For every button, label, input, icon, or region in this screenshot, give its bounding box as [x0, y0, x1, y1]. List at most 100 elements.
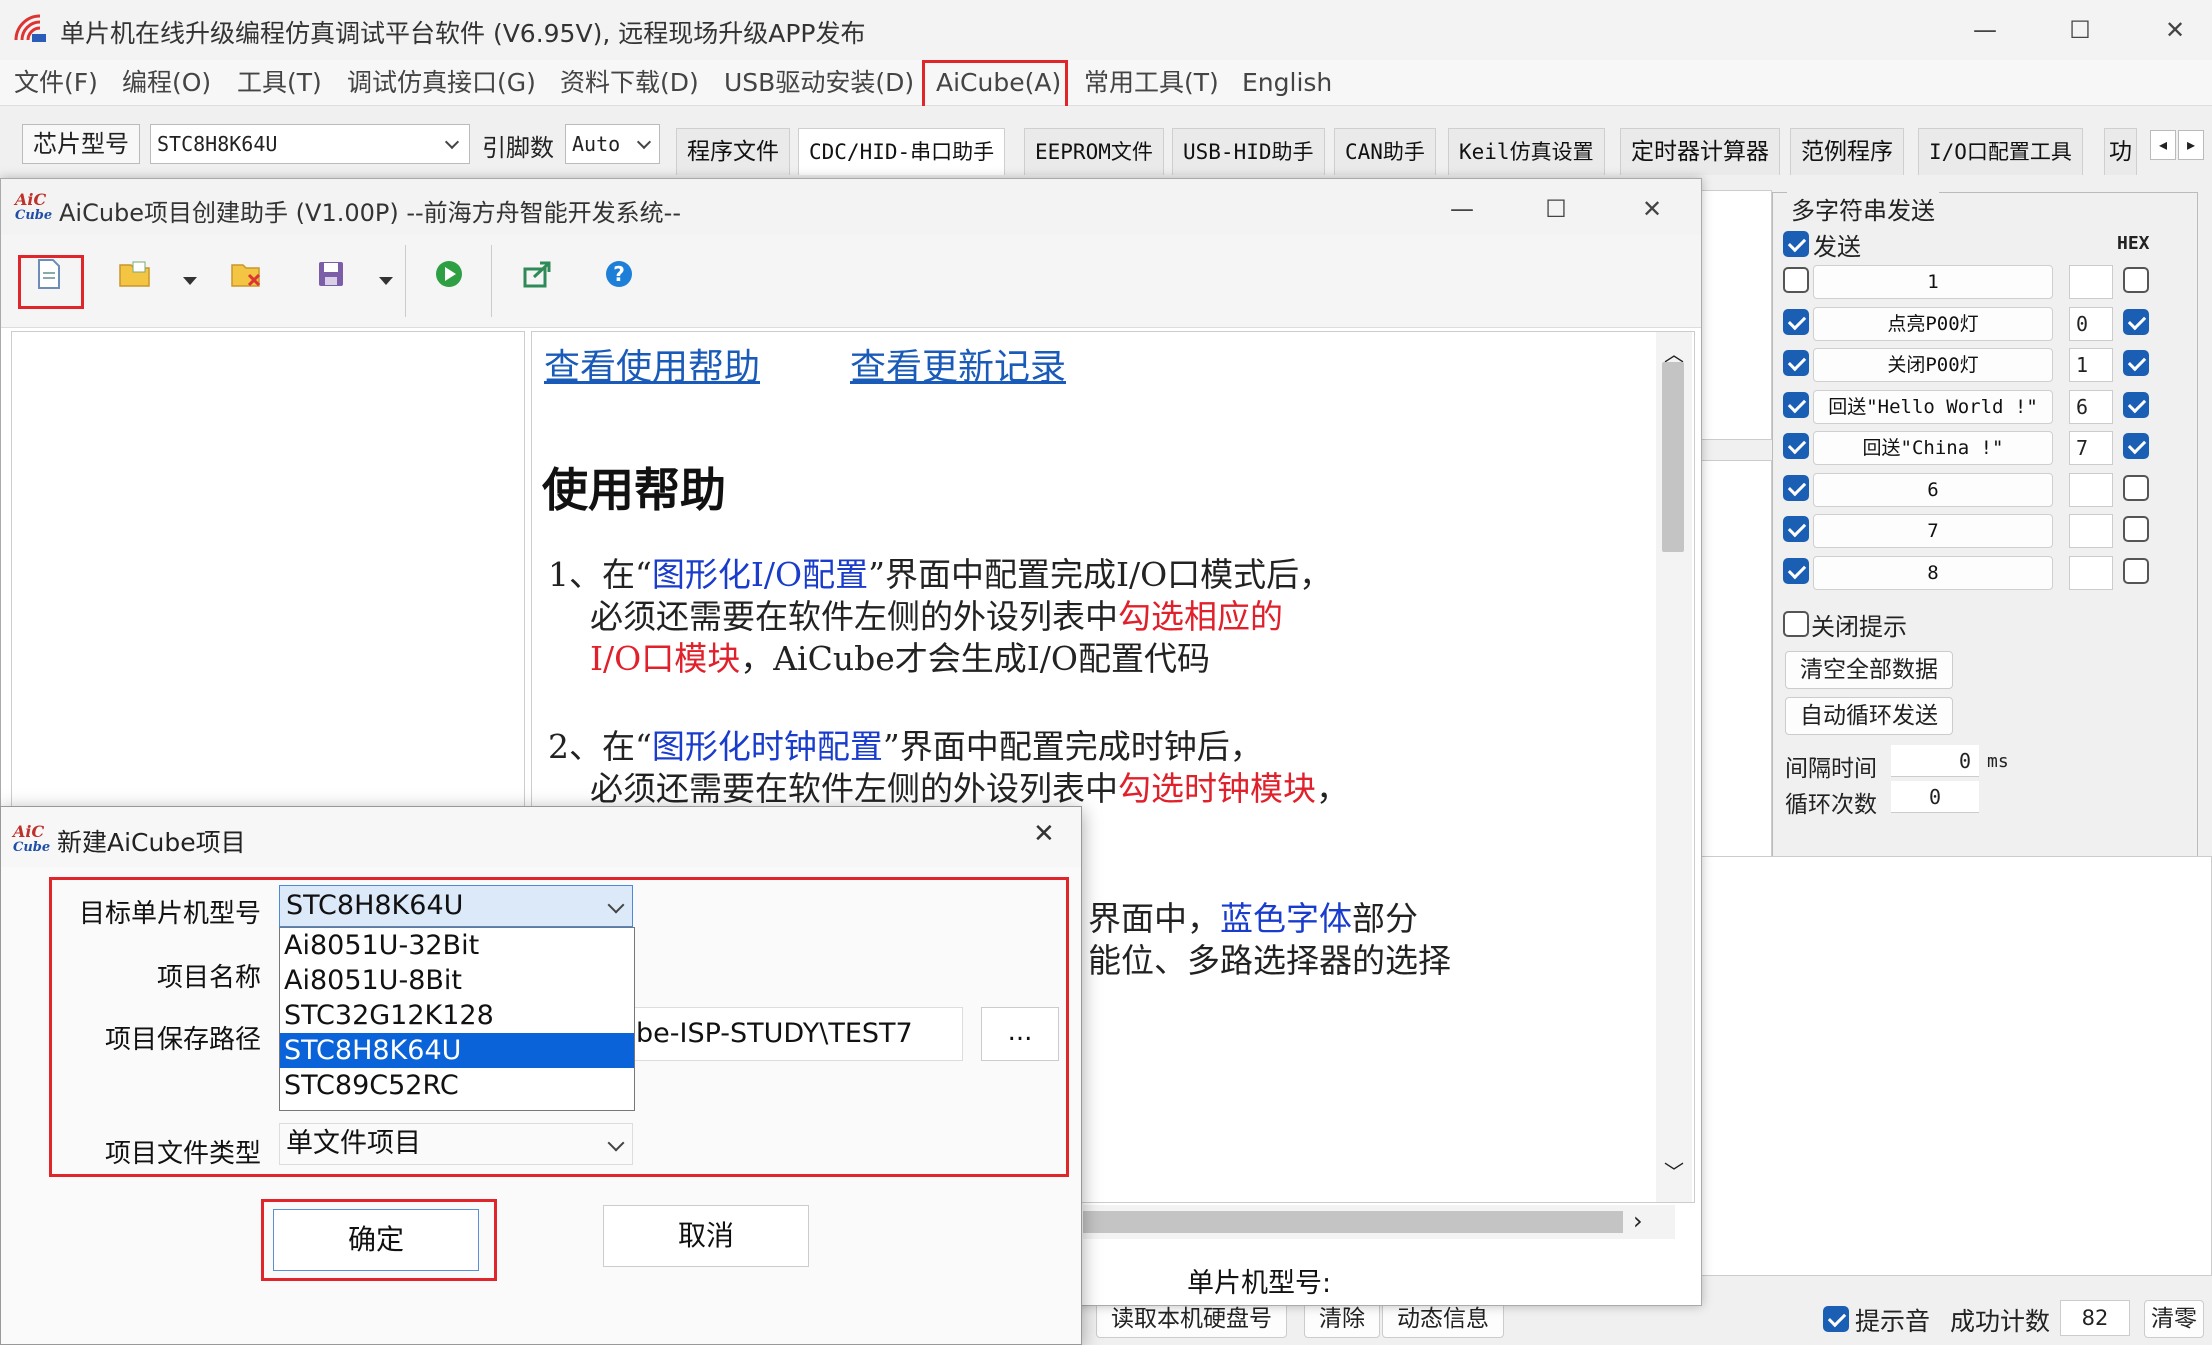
row-send-button[interactable]: 关闭P00灯 [1813, 348, 2053, 382]
row-value-input[interactable] [2069, 265, 2113, 299]
row-send-checkbox[interactable] [1783, 433, 1809, 459]
helper-close-icon[interactable]: ✕ [1627, 191, 1677, 227]
run-icon[interactable] [429, 259, 469, 300]
row-hex-checkbox[interactable] [2123, 267, 2149, 293]
dropdown-option[interactable]: STC8H8K64U [280, 1033, 634, 1068]
helper-minimize-icon[interactable]: — [1437, 191, 1487, 227]
row-send-checkbox[interactable] [1783, 308, 1809, 335]
helper-maximize-icon[interactable]: ☐ [1531, 191, 1581, 227]
row-send-checkbox[interactable] [1783, 516, 1809, 542]
row-send-button[interactable]: 7 [1813, 514, 2053, 548]
menu-debug[interactable]: 调试仿真接口(G) [343, 66, 540, 100]
tab-examples[interactable]: 范例程序 [1790, 128, 1904, 175]
browse-button[interactable]: ... [981, 1007, 1059, 1061]
chip-model-select[interactable]: STC8H8K64U [150, 124, 470, 164]
row-value-input[interactable] [2069, 472, 2113, 507]
view-help-link[interactable]: 查看使用帮助 [544, 338, 760, 390]
project-path-value: be-ISP-STUDY\TEST7 [636, 1018, 913, 1049]
tab-scroll-left-icon[interactable]: ◂ [2150, 130, 2176, 160]
hscroll-thumb[interactable] [1083, 1211, 1623, 1233]
tab-cdc-hid[interactable]: CDC/HID-串口助手 [798, 128, 1006, 175]
tab-eeprom[interactable]: EEPROM文件 [1024, 128, 1164, 175]
row-value-input[interactable]: 0 [2069, 306, 2113, 341]
row-send-checkbox[interactable] [1783, 350, 1809, 376]
target-mcu-select[interactable]: STC8H8K64U [279, 885, 633, 927]
interval-label: 间隔时间 [1785, 756, 1877, 782]
row-hex-checkbox[interactable] [2123, 557, 2149, 584]
loop-count-input[interactable]: 0 [1891, 781, 1979, 813]
row-hex-checkbox[interactable] [2123, 433, 2149, 459]
cancel-button[interactable]: 取消 [603, 1205, 809, 1267]
tab-usb-hid[interactable]: USB-HID助手 [1172, 128, 1325, 175]
scroll-down-icon[interactable]: ﹀ [1664, 1156, 1684, 1185]
tab-can[interactable]: CAN助手 [1334, 128, 1436, 175]
close-icon[interactable]: ✕ [2150, 12, 2200, 48]
maximize-icon[interactable]: ☐ [2055, 12, 2105, 48]
tab-keil[interactable]: Keil仿真设置 [1448, 128, 1605, 175]
save-dropdown-caret-icon[interactable] [379, 277, 393, 285]
menu-usb-driver[interactable]: USB驱动安装(D) [720, 66, 918, 100]
tab-program-file[interactable]: 程序文件 [676, 128, 790, 175]
row-hex-checkbox[interactable] [2123, 516, 2149, 542]
menu-common-tools[interactable]: 常用工具(T) [1080, 66, 1223, 100]
dropdown-option[interactable]: Ai8051U-32Bit [280, 928, 634, 963]
menu-program[interactable]: 编程(O) [118, 66, 215, 100]
dropdown-option[interactable]: STC32G12K128 [280, 998, 634, 1033]
highlight-aicube-menu [922, 60, 1068, 110]
row-value-input[interactable] [2069, 555, 2113, 590]
row-send-checkbox[interactable] [1783, 474, 1809, 501]
interval-input[interactable]: 0 [1891, 745, 1979, 777]
row-send-checkbox[interactable] [1783, 267, 1809, 293]
row-send-button[interactable]: 点亮P00灯 [1813, 306, 2053, 341]
tab-io-config[interactable]: I/O口配置工具 [1918, 128, 2083, 175]
row-send-checkbox[interactable] [1783, 557, 1809, 584]
tab-timer-calc[interactable]: 定时器计算器 [1620, 128, 1780, 175]
minimize-icon[interactable]: — [1960, 12, 2010, 48]
dropdown-option[interactable]: Ai8051U-8Bit [280, 963, 634, 998]
row-hex-checkbox[interactable] [2123, 350, 2149, 376]
auto-loop-button[interactable]: 自动循环发送 [1785, 697, 1953, 735]
row-send-button[interactable]: 8 [1813, 555, 2053, 590]
row-send-button[interactable]: 6 [1813, 472, 2053, 507]
view-update-log-link[interactable]: 查看更新记录 [850, 338, 1066, 390]
scroll-thumb[interactable] [1662, 362, 1684, 552]
dialog-close-icon[interactable]: ✕ [1033, 819, 1055, 849]
open-dropdown-caret-icon[interactable] [183, 277, 197, 285]
tip-sound-checkbox[interactable] [1823, 1306, 1849, 1332]
menu-tools[interactable]: 工具(T) [233, 66, 326, 100]
row-send-checkbox[interactable] [1783, 391, 1809, 418]
ok-button[interactable]: 确定 [273, 1209, 479, 1271]
tab-more[interactable]: 功 [2104, 128, 2137, 175]
menu-file[interactable]: 文件(F) [10, 66, 102, 100]
help-horizontal-scrollbar[interactable]: › [1083, 1205, 1675, 1239]
row-send-button[interactable]: 回送"Hello World !" [1813, 389, 2053, 424]
project-type-select[interactable]: 单文件项目 [279, 1123, 633, 1165]
save-icon[interactable] [311, 259, 351, 299]
help-vertical-scrollbar[interactable]: ︿ ﹀ [1656, 332, 1692, 1202]
row-hex-checkbox[interactable] [2123, 474, 2149, 501]
row-send-button[interactable]: 1 [1813, 265, 2053, 299]
close-tip-checkbox[interactable] [1783, 611, 1809, 637]
export-icon[interactable] [517, 259, 557, 300]
open-folder-icon[interactable] [115, 259, 155, 299]
dropdown-option[interactable]: STC89C52RC [280, 1068, 634, 1103]
row-send-button[interactable]: 回送"China !" [1813, 431, 2053, 465]
target-mcu-dropdown-list[interactable]: Ai8051U-32Bit Ai8051U-8Bit STC32G12K128 STC… [279, 927, 635, 1111]
row-hex-checkbox[interactable] [2123, 308, 2149, 335]
tab-scroll-right-icon[interactable]: ▸ [2178, 130, 2204, 160]
row-value-input[interactable]: 7 [2069, 431, 2113, 465]
row-value-input[interactable]: 6 [2069, 389, 2113, 424]
menu-download[interactable]: 资料下载(D) [556, 66, 703, 100]
multi-send-title: 多字符串发送 [1787, 191, 1939, 226]
scroll-right-icon[interactable]: › [1633, 1207, 1643, 1235]
row-value-input[interactable]: 1 [2069, 348, 2113, 382]
close-project-icon[interactable] [227, 259, 267, 299]
clear-count-button[interactable]: 清零 [2144, 1300, 2204, 1338]
row-hex-checkbox[interactable] [2123, 391, 2149, 418]
row-value-input[interactable] [2069, 514, 2113, 548]
pin-count-select[interactable]: Auto [565, 124, 660, 164]
help-icon[interactable]: ? [599, 259, 639, 300]
menu-english[interactable]: English [1238, 66, 1336, 100]
clear-all-button[interactable]: 清空全部数据 [1785, 651, 1953, 689]
send-all-checkbox[interactable] [1783, 231, 1809, 257]
